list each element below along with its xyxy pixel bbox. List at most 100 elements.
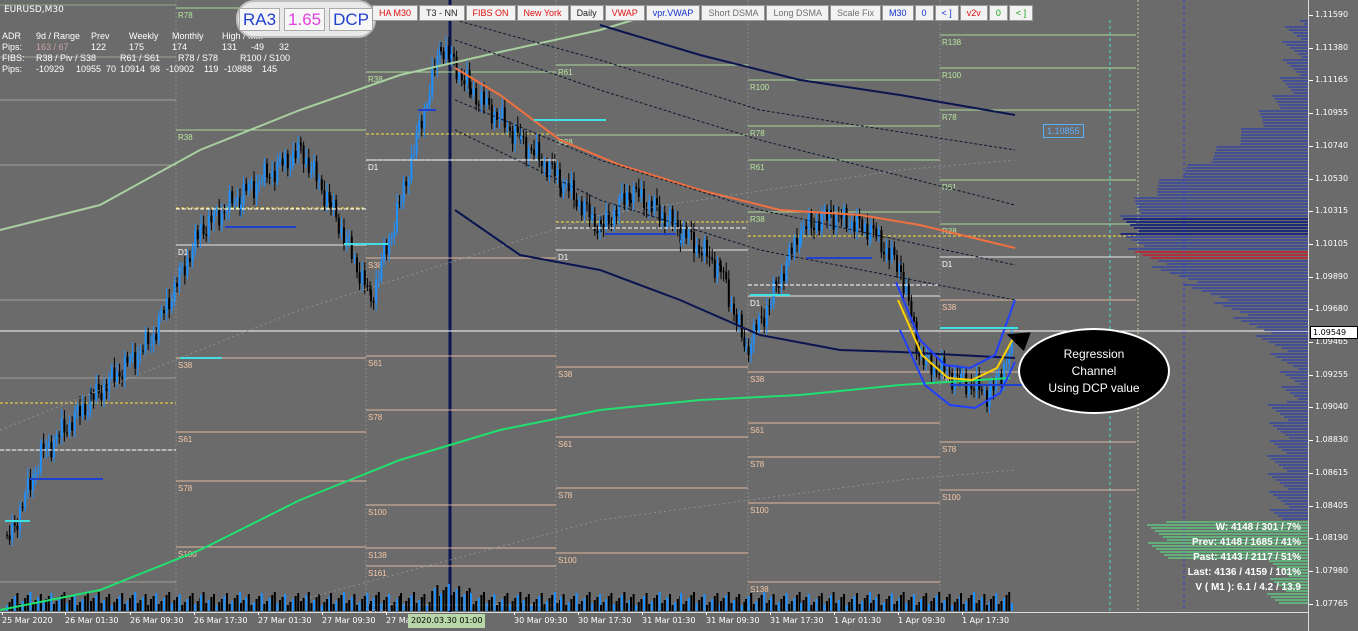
info-fib-v1: -10929	[36, 64, 65, 74]
price-tick: 1.08405	[1308, 500, 1349, 510]
candle-body	[147, 331, 150, 344]
volume-bar	[34, 600, 37, 611]
fib-level-label: S61	[178, 435, 193, 444]
toolbar-button-new-york-3[interactable]: New York	[516, 5, 569, 21]
volume-bar	[289, 602, 292, 611]
dcp-value-field[interactable]: 1.65	[284, 7, 326, 31]
volume-bar	[640, 599, 643, 611]
ra3-button[interactable]: RA3	[238, 7, 281, 31]
price-chart[interactable]: R78 R38 D1 S38 S61 S78 S100 R38 D1 S38 S61 S78 S100 S…	[0, 0, 1308, 631]
price-axis[interactable]: 1.11590 1.11380 1.11165 1.10955 1.10740 1.105…	[1308, 0, 1358, 631]
time-tick: 1 Apr 01:30	[834, 612, 882, 625]
toolbar-button-m30-10[interactable]: M30	[882, 5, 914, 21]
volume-bar	[428, 602, 431, 611]
toolbar-button-scale-fix-9[interactable]: Scale Fix	[829, 5, 881, 21]
candle-body	[875, 228, 878, 238]
price-tick: 1.08615	[1308, 467, 1349, 477]
candle-body	[55, 435, 58, 441]
volume-bar	[210, 597, 213, 611]
volume-profile-bar	[1216, 146, 1308, 148]
volume-profile-bar	[1183, 284, 1308, 286]
volume-profile-bar	[1275, 461, 1308, 463]
volume-bar	[615, 601, 618, 611]
volume-bar	[155, 593, 158, 611]
toolbar-button--12[interactable]: < ]	[934, 5, 959, 21]
candle-body	[388, 238, 391, 255]
toolbar-button-short-dsma-7[interactable]: Short DSMA	[701, 5, 766, 21]
candle-body	[6, 535, 8, 537]
volume-bar	[194, 604, 197, 611]
volume-bar	[420, 597, 423, 611]
toolbar-button-fibs-on-2[interactable]: FIBS ON	[465, 5, 516, 21]
volume-profile-bar	[1268, 404, 1308, 406]
volume-bar	[470, 593, 472, 611]
volume-profile-bar	[1285, 26, 1308, 28]
time-axis[interactable]: 25 Mar 2020 26 Mar 01:30 26 Mar 09:30 26 Ma…	[0, 612, 1308, 631]
volume-bar	[965, 601, 968, 611]
toolbar-button-vpr-vwap-6[interactable]: vpr.VWAP	[645, 5, 701, 21]
toolbar-button-daily-4[interactable]: Daily	[569, 5, 604, 21]
candle-body	[68, 422, 71, 434]
volume-bar	[716, 593, 719, 611]
candle-body	[645, 209, 648, 211]
volume-bar	[402, 604, 405, 611]
volume-profile-bar	[1281, 500, 1308, 502]
volume-bar	[375, 595, 378, 611]
volume-profile-bar	[1262, 119, 1308, 121]
volume-profile-bar	[1273, 425, 1308, 427]
toolbar-button-ha-m30-0[interactable]: HA M30	[372, 5, 419, 21]
candle-body	[60, 419, 63, 437]
volume-profile-bar	[1241, 134, 1308, 136]
candle-body	[81, 403, 84, 416]
fib-level-label: R61	[942, 183, 957, 192]
candle-body	[626, 192, 628, 205]
volume-bar	[703, 594, 706, 611]
candle-body	[415, 132, 418, 154]
toolbar-button-vwap-5[interactable]: VWAP	[604, 5, 645, 21]
candle-body	[323, 190, 326, 206]
volume-bar	[475, 601, 478, 611]
volume-profile-bar	[1138, 230, 1308, 232]
volume-bar	[483, 592, 485, 611]
volume-profile-bar	[1277, 428, 1308, 430]
fib-level-label: S38	[178, 361, 193, 370]
volume-bar	[326, 599, 328, 611]
volume-bar	[186, 599, 189, 611]
candle-body	[103, 384, 105, 401]
toolbar-button-t3-nn-1[interactable]: T3 - NN	[419, 5, 465, 21]
candle-body	[780, 273, 783, 288]
volume-bar	[735, 597, 738, 611]
chart-canvas[interactable]: R78 R38 D1 S38 S61 S78 S100 R38 D1 S38 S61 S78 S100 S…	[0, 0, 1308, 612]
candle-body	[516, 126, 519, 133]
volume-profile-bar	[1136, 203, 1308, 205]
volume-bar	[951, 605, 954, 611]
candle-body	[358, 272, 361, 284]
volume-profile-bar	[1249, 323, 1308, 325]
toolbar-button--15[interactable]: < ]	[1008, 5, 1034, 21]
volume-bar	[623, 592, 626, 611]
volume-bar	[498, 602, 501, 611]
volume-bar	[620, 595, 623, 611]
info-fib-v8: -10888	[224, 64, 253, 74]
volume-bar	[986, 605, 988, 611]
candle-body	[205, 234, 208, 236]
candle-body	[440, 47, 442, 52]
candle-body	[553, 163, 556, 177]
volume-bar	[900, 595, 902, 611]
time-tick: 26 Mar 17:30	[194, 612, 248, 625]
toolbar-button-0-11[interactable]: 0	[914, 5, 934, 21]
volume-bar	[447, 584, 450, 611]
volume-bar	[450, 595, 453, 611]
volume-bar	[802, 600, 805, 611]
volume-bar	[643, 596, 645, 611]
volume-bar	[853, 596, 856, 611]
volume-bar	[760, 595, 763, 611]
toolbar-button-long-dsma-8[interactable]: Long DSMA	[766, 5, 829, 21]
toolbar-button-v2v-13[interactable]: v2v	[959, 5, 988, 21]
candle-body	[713, 259, 716, 278]
info-fib-v4: 10914	[120, 64, 146, 74]
toolbar-button-0-14[interactable]: 0	[988, 5, 1008, 21]
info-range-val: 163 / 67	[36, 42, 69, 52]
dcp-button[interactable]: DCP	[329, 7, 374, 31]
volume-bar	[910, 597, 913, 611]
